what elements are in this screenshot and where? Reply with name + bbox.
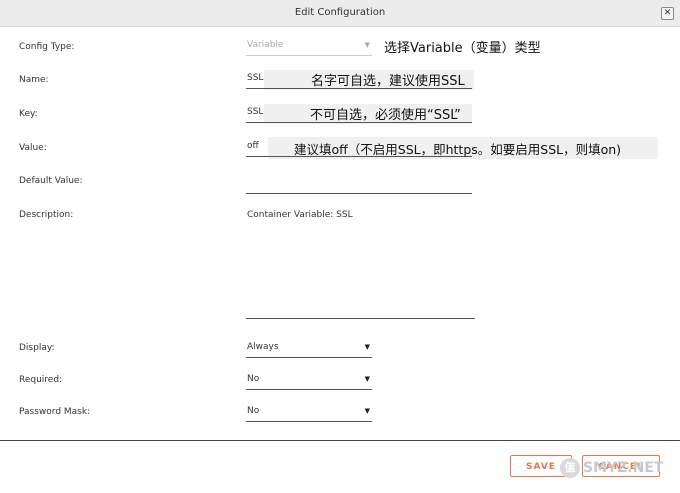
caret-down-icon: ▼ — [364, 375, 370, 383]
required-select[interactable]: No ▼ — [246, 371, 372, 390]
required-label: Required: — [19, 375, 63, 385]
config-type-select[interactable]: Variable ▼ — [246, 37, 372, 56]
annotation-value: 建议填off（不启用SSL，即https。如要启用SSL，则填on) — [294, 142, 622, 157]
caret-down-icon: ▼ — [364, 41, 370, 49]
description-label: Description: — [19, 210, 74, 220]
watermark-logo-icon: 值 — [560, 458, 580, 478]
password-mask-label: Password Mask: — [19, 407, 91, 417]
config-type-value: Variable — [247, 40, 284, 50]
description-value: Container Variable: SSL — [247, 210, 353, 220]
name-label: Name: — [19, 75, 49, 85]
value-value: off — [247, 141, 259, 151]
display-value: Always — [247, 342, 279, 352]
annotation-name: 名字可自选，建议使用SSL — [311, 74, 465, 89]
display-select[interactable]: Always ▼ — [246, 339, 372, 358]
name-value: SSL — [247, 73, 264, 83]
password-mask-value: No — [247, 406, 260, 416]
key-label: Key: — [19, 109, 38, 119]
watermark: 值 SMYZ.NET — [560, 458, 663, 478]
footer-divider — [0, 440, 680, 441]
annotation-key: 不可自选，必须使用“SSL” — [310, 108, 461, 123]
default-value-label: Default Value: — [19, 176, 83, 186]
value-label: Value: — [19, 143, 47, 153]
watermark-text: SMYZ.NET — [583, 460, 664, 476]
dialog-titlebar: Edit Configuration ✕ — [0, 0, 680, 27]
required-value: No — [247, 374, 260, 384]
caret-down-icon: ▼ — [364, 343, 370, 351]
default-value-input[interactable] — [246, 175, 472, 194]
dialog-title: Edit Configuration — [294, 7, 386, 18]
key-value: SSL — [247, 107, 264, 117]
description-textarea[interactable]: Container Variable: SSL — [246, 209, 475, 319]
password-mask-select[interactable]: No ▼ — [246, 403, 372, 422]
config-type-label: Config Type: — [19, 42, 75, 52]
close-icon[interactable]: ✕ — [661, 7, 674, 20]
annotation-config-type: 选择Variable（变量）类型 — [384, 41, 541, 56]
display-label: Display: — [19, 343, 55, 353]
caret-down-icon: ▼ — [364, 407, 370, 415]
